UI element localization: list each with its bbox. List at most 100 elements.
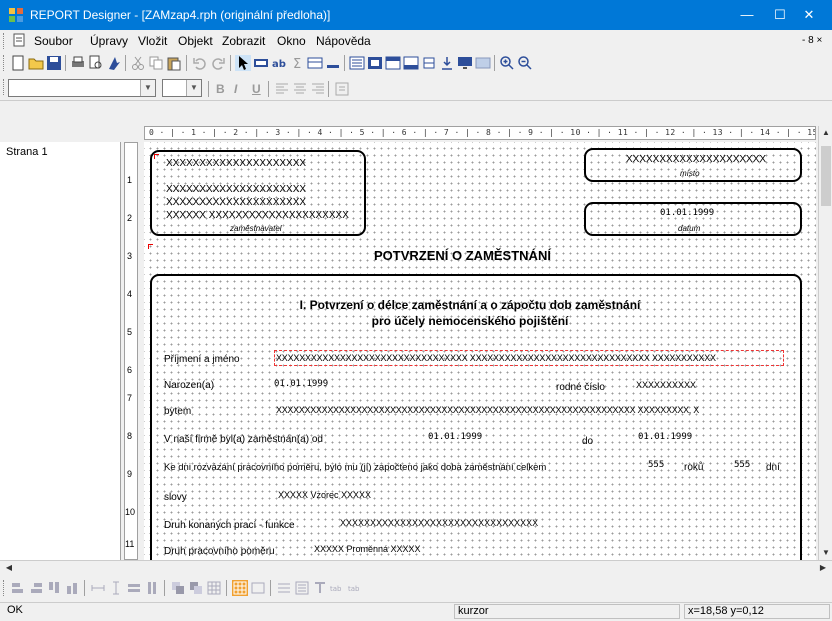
download-icon[interactable] xyxy=(439,55,455,71)
group-icon[interactable] xyxy=(421,55,437,71)
mdi-window-controls[interactable]: - 8 × xyxy=(802,35,822,46)
menu-soubor[interactable]: Soubor xyxy=(34,34,73,48)
align-objects-left-icon[interactable] xyxy=(10,580,26,596)
redo-icon[interactable] xyxy=(210,55,226,71)
scroll-thumb[interactable] xyxy=(821,146,831,206)
employer-line-3[interactable]: XXXXXXXXXXXXXXXXXXXXX xyxy=(166,197,306,208)
report-canvas[interactable]: XXXXXXXXXXXXXXXXXXXXX XXXXXXXXXXXXXXXXXX… xyxy=(144,142,816,560)
close-button[interactable]: ✕ xyxy=(786,0,832,30)
save-icon[interactable] xyxy=(46,55,62,71)
chevron-down-icon[interactable]: ▼ xyxy=(186,80,201,96)
align-center-icon[interactable] xyxy=(292,81,308,97)
horizontal-ruler[interactable]: 0 · | · 1 · | · 2 · | · 3 · | · 4 · | · … xyxy=(144,126,816,140)
horizontal-scrollbar[interactable]: ◀ ▶ xyxy=(0,560,832,575)
born-value[interactable]: 01.01.1999 xyxy=(274,379,328,389)
scroll-up-icon[interactable]: ▲ xyxy=(819,126,832,140)
footer-icon[interactable] xyxy=(403,55,419,71)
menu-upravy[interactable]: Úpravy xyxy=(90,34,128,48)
monitor-icon[interactable] xyxy=(457,55,473,71)
image-icon[interactable] xyxy=(475,55,491,71)
frame-icon[interactable] xyxy=(250,580,266,596)
birth-number-value[interactable]: XXXXXXXXXX xyxy=(636,380,696,390)
font-size-select[interactable]: ▼ xyxy=(162,79,202,97)
undo-icon[interactable] xyxy=(192,55,208,71)
align-right-icon[interactable] xyxy=(310,81,326,97)
employed-from-value[interactable]: 01.01.1999 xyxy=(428,432,482,442)
menu-okno[interactable]: Okno xyxy=(277,34,306,48)
date-value[interactable]: 01.01.1999 xyxy=(660,208,714,218)
label-ab-icon[interactable]: ab xyxy=(271,55,287,71)
credited-years-value[interactable]: 555 xyxy=(648,460,664,470)
text-tool-icon[interactable] xyxy=(312,580,328,596)
line-icon[interactable] xyxy=(325,55,341,71)
align-objects-bottom-icon[interactable] xyxy=(64,580,80,596)
employer-line-1[interactable]: XXXXXXXXXXXXXXXXXXXXX xyxy=(166,158,306,169)
cut-icon[interactable] xyxy=(130,55,146,71)
employment-type-value[interactable]: XXXXX Proměnná XXXXX xyxy=(314,544,421,554)
residence-value[interactable]: XXXXXXXXXXXXXXXXXXXXXXXXXXXXXXXXXXXXXXXX… xyxy=(276,405,699,415)
toolbar-grip[interactable] xyxy=(3,55,7,71)
document-icon[interactable] xyxy=(12,33,26,47)
bold-button[interactable]: B xyxy=(216,82,225,96)
copy-icon[interactable] xyxy=(148,55,164,71)
same-height-icon[interactable] xyxy=(144,580,160,596)
send-back-icon[interactable] xyxy=(188,580,204,596)
format-toolbar-grip[interactable] xyxy=(3,79,7,95)
work-type-value[interactable]: XXXXXXXXXXXXXXXXXXXXXXXXXXXXXXXXX xyxy=(340,518,538,528)
credited-days-value[interactable]: 555 xyxy=(734,460,750,470)
tab-settings-icon[interactable]: tab xyxy=(348,580,364,596)
scroll-right-icon[interactable]: ▶ xyxy=(816,561,830,575)
section-title-line-1[interactable]: I. Potvrzení o délce zaměstnání a o zápo… xyxy=(210,298,730,312)
text-field-icon[interactable] xyxy=(253,55,269,71)
surname-value[interactable]: XXXXXXXXXXXXXXXXXXXXXXXXXXXXXXXXX XXXXXX… xyxy=(276,353,716,363)
vertical-ruler[interactable]: 1 2 3 4 5 6 7 8 9 10 11 xyxy=(124,142,138,560)
align-objects-top-icon[interactable] xyxy=(46,580,62,596)
detail-icon[interactable] xyxy=(367,55,383,71)
section-icon[interactable] xyxy=(349,55,365,71)
zoom-out-icon[interactable] xyxy=(517,55,533,71)
menu-napoveda[interactable]: Nápověda xyxy=(316,34,371,48)
new-document-icon[interactable] xyxy=(10,55,26,71)
employer-line-4[interactable]: XXXXXX XXXXXXXXXXXXXXXXXXXXX xyxy=(166,210,349,221)
chevron-down-icon[interactable]: ▼ xyxy=(140,80,155,96)
place-value[interactable]: XXXXXXXXXXXXXXXXXXXXX xyxy=(626,154,766,165)
in-words-value[interactable]: XXXXX Vzorec XXXXX xyxy=(278,490,371,500)
menu-objekt[interactable]: Objekt xyxy=(178,34,213,48)
select-pointer-icon[interactable] xyxy=(235,55,251,71)
align-objects-right-icon[interactable] xyxy=(28,580,44,596)
zoom-in-icon[interactable] xyxy=(499,55,515,71)
italic-button[interactable]: I xyxy=(234,82,237,96)
font-name-select[interactable]: ▼ xyxy=(8,79,156,97)
employed-to-value[interactable]: 01.01.1999 xyxy=(638,432,692,442)
field-order-icon[interactable] xyxy=(276,580,292,596)
section-title-line-2[interactable]: pro účely nemocenského pojištění xyxy=(210,314,730,328)
bring-front-icon[interactable] xyxy=(170,580,186,596)
underline-button[interactable]: U xyxy=(252,82,261,96)
layout-toolbar-grip[interactable] xyxy=(3,580,7,596)
employer-line-2[interactable]: XXXXXXXXXXXXXXXXXXXXX xyxy=(166,184,306,195)
space-vertical-icon[interactable] xyxy=(108,580,124,596)
align-left-icon[interactable] xyxy=(274,81,290,97)
scroll-down-icon[interactable]: ▼ xyxy=(819,546,832,560)
scroll-left-icon[interactable]: ◀ xyxy=(2,561,16,575)
menu-vlozit[interactable]: Vložit xyxy=(138,34,167,48)
open-folder-icon[interactable] xyxy=(28,55,44,71)
tab-order-icon[interactable]: tab xyxy=(330,580,346,596)
menu-zobrazit[interactable]: Zobrazit xyxy=(222,34,265,48)
table-icon[interactable] xyxy=(307,55,323,71)
sum-icon[interactable]: Σ xyxy=(289,55,305,71)
properties-icon[interactable] xyxy=(334,81,350,97)
field-list-icon[interactable] xyxy=(294,580,310,596)
run-icon[interactable] xyxy=(106,55,122,71)
paste-icon[interactable] xyxy=(166,55,182,71)
vertical-scrollbar[interactable]: ▲ ▼ xyxy=(818,126,832,560)
main-title[interactable]: POTVRZENÍ O ZAMĚSTNÁNÍ xyxy=(374,248,551,263)
print-icon[interactable] xyxy=(70,55,86,71)
print-preview-icon[interactable] xyxy=(88,55,104,71)
snap-grid-icon[interactable] xyxy=(232,580,248,596)
same-width-icon[interactable] xyxy=(126,580,142,596)
space-horizontal-icon[interactable] xyxy=(90,580,106,596)
header-icon[interactable] xyxy=(385,55,401,71)
grid-icon[interactable] xyxy=(206,580,222,596)
page-item-1[interactable]: Strana 1 xyxy=(6,146,48,158)
